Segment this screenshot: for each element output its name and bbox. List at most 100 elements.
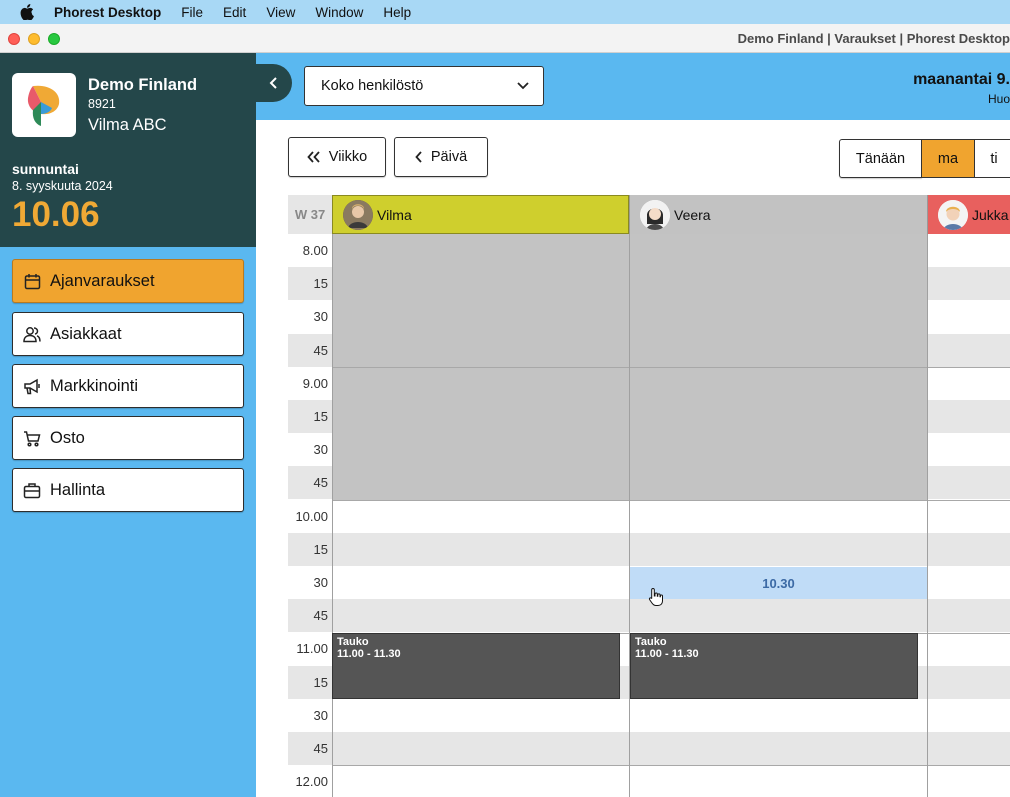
avatar [343,199,373,230]
day-tab-ma[interactable]: ma [921,139,975,178]
break-block-vilma[interactable]: Tauko 11.00 - 11.30 [332,633,620,699]
chevron-left-icon [269,77,277,89]
selected-date-subtitle: Huo [987,92,1010,106]
hover-time-slot[interactable]: 10.30 [630,567,927,599]
menu-view[interactable]: View [266,5,295,20]
current-time: 10.06 [12,195,100,234]
nav-hallinta-button[interactable]: Hallinta [12,468,244,512]
cart-icon [23,429,41,447]
sidebar-account-panel: Demo Finland 8921 Vilma ABC sunnuntai 8.… [0,53,256,247]
current-day-name: sunnuntai [12,161,79,177]
menu-file[interactable]: File [181,5,203,20]
calendar-icon [23,272,41,290]
current-date: 8. syyskuuta 2024 [12,179,113,193]
time-label: 45 [288,333,332,367]
megaphone-icon [23,377,41,395]
break-time: 11.00 - 11.30 [635,647,699,660]
column-divider [629,234,630,797]
break-title: Tauko [337,636,369,648]
time-label: 12.00 [288,765,332,797]
phorest-logo [12,73,76,137]
nav-asiakkaat-button[interactable]: Asiakkaat [12,312,244,356]
time-label: 15 [288,400,332,433]
staff-column-jukka[interactable]: Jukka [927,195,1010,234]
nav-label: Ajanvaraukset [50,271,155,290]
briefcase-icon [23,481,41,499]
hour-divider [332,500,1010,501]
time-label: 30 [288,698,332,732]
previous-week-button[interactable]: Viikko [288,137,386,177]
nav-osto-button[interactable]: Osto [12,416,244,460]
window-title-bar: Demo Finland | Varaukset | Phorest Deskt… [0,24,1010,53]
time-label: 15 [288,267,332,301]
nav-label: Asiakkaat [50,324,122,343]
window-maximize-button[interactable] [48,33,60,45]
time-label: 15 [288,532,332,566]
window-title: Demo Finland | Varaukset | Phorest Deskt… [737,31,1010,46]
previous-day-label: Päivä [430,149,468,165]
nav-markkinointi-button[interactable]: Markkinointi [12,364,244,408]
nav-label: Hallinta [50,480,106,499]
time-label: 9.00 [288,366,332,400]
previous-day-button[interactable]: Päivä [394,137,488,177]
nav-ajanvaraukset-button[interactable]: Ajanvaraukset [12,259,244,303]
time-label: 11.00 [288,632,332,666]
staff-name: Veera [674,206,711,223]
time-label: 30 [288,566,332,599]
avatar [938,199,968,230]
calendar-header: Koko henkilöstö maanantai 9. Huo [256,53,1010,120]
macos-menu-bar: Phorest Desktop File Edit View Window He… [0,0,1010,24]
time-row[interactable]: 12.00 [288,765,1010,797]
menu-app-name[interactable]: Phorest Desktop [54,5,161,20]
chevron-left-icon [415,151,422,163]
chevron-down-icon [517,82,529,90]
time-label: 30 [288,300,332,334]
calendar-grid: 8.00 15 30 45 9.00 15 30 45 10.00 15 30 45 11.00 15 30… [288,195,1010,797]
time-label: 45 [288,466,332,500]
today-button[interactable]: Tänään [839,139,922,178]
nav-label: Osto [50,428,85,447]
time-label: 45 [288,599,332,633]
time-row[interactable]: 30 [288,698,1010,732]
double-chevron-left-icon [307,151,320,163]
staff-filter-select[interactable]: Koko henkilöstö [304,66,544,106]
menu-window[interactable]: Window [315,5,363,20]
hour-divider [332,367,1010,368]
column-divider [332,234,333,797]
staff-column-veera[interactable]: Veera [629,195,927,234]
break-block-veera[interactable]: Tauko 11.00 - 11.30 [630,633,918,699]
time-label: 45 [288,732,332,765]
column-divider [927,234,928,797]
sidebar: Demo Finland 8921 Vilma ABC sunnuntai 8.… [0,53,256,797]
avatar [640,199,670,230]
staff-column-vilma[interactable]: Vilma [332,195,629,234]
time-label: 8.00 [288,234,332,267]
day-tab-label: ti [990,150,998,167]
window-close-button[interactable] [8,33,20,45]
menu-help[interactable]: Help [383,5,411,20]
staff-name: Vilma [377,206,412,223]
user-name: Vilma ABC [88,116,167,134]
time-row[interactable]: 10.00 [288,499,1010,533]
sidebar-collapse-button[interactable] [256,64,292,102]
org-id: 8921 [88,97,116,111]
day-tab-ti[interactable]: ti [974,139,1010,178]
users-icon [23,325,41,343]
selected-date-title: maanantai 9. [913,71,1010,88]
org-name: Demo Finland [88,76,198,94]
time-row[interactable]: 15 [288,532,1010,566]
today-label: Tänään [855,150,906,167]
nav-label: Markkinointi [50,376,139,395]
previous-week-label: Viikko [328,149,368,165]
break-time: 11.00 - 11.30 [337,647,401,660]
apple-icon[interactable] [0,4,54,20]
hand-cursor-icon [648,587,664,607]
day-tab-label: ma [937,150,959,167]
break-title: Tauko [635,636,667,648]
window-minimize-button[interactable] [28,33,40,45]
menu-edit[interactable]: Edit [223,5,246,20]
time-label: 15 [288,665,332,699]
staff-filter-value: Koko henkilöstö [321,78,424,94]
week-number: W 37 [288,195,332,234]
time-row[interactable]: 45 [288,732,1010,765]
